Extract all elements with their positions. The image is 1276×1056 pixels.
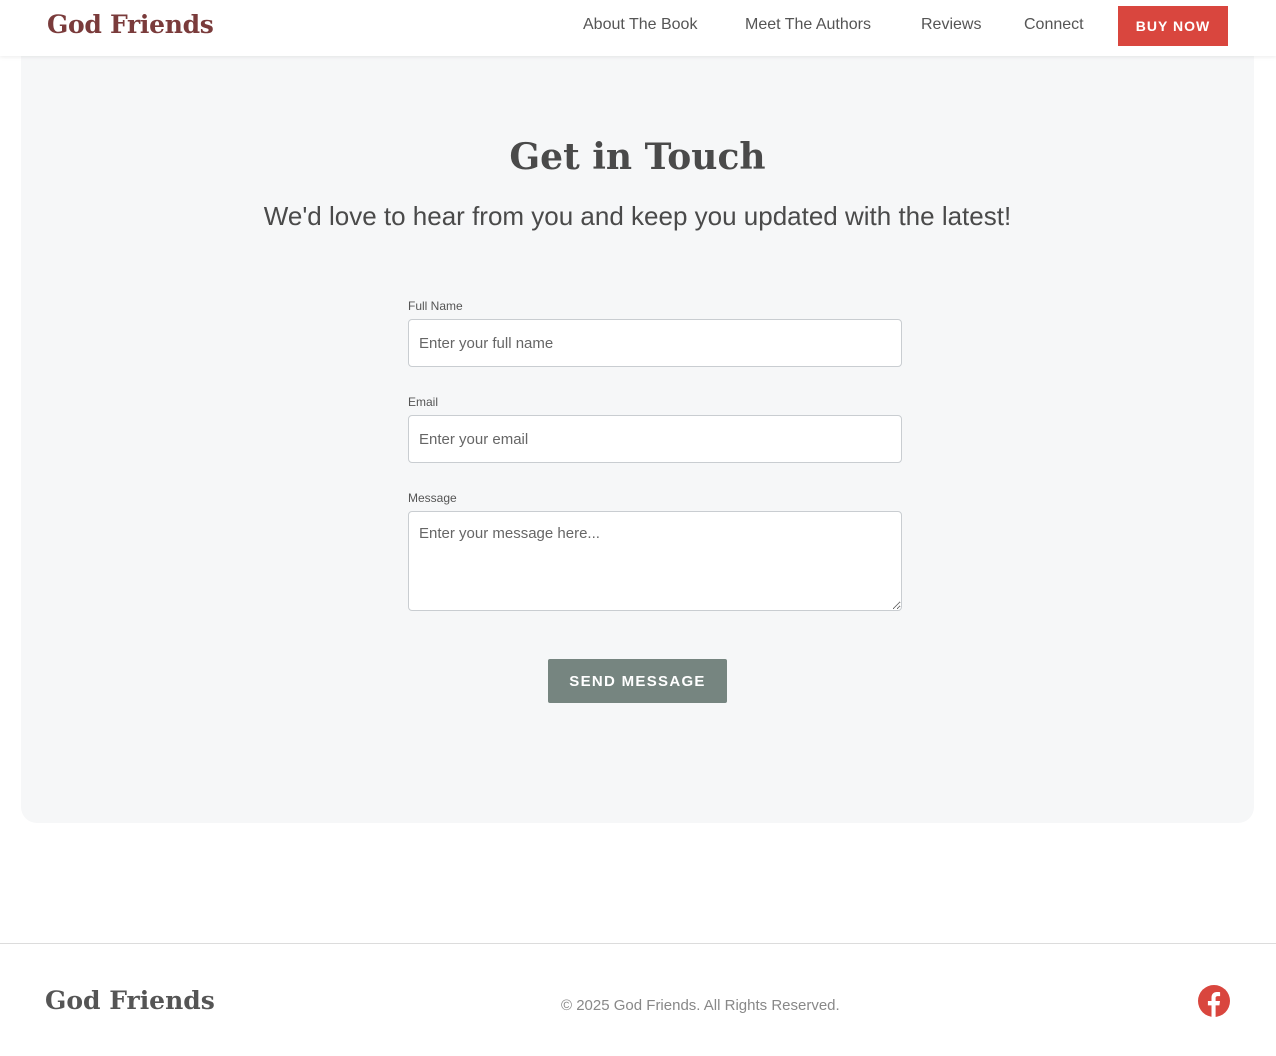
buy-now-button[interactable]: BUY NOW [1118,6,1228,46]
nav-about-the-book[interactable]: About The Book [583,16,697,34]
message-label: Message [408,491,457,505]
nav-reviews[interactable]: Reviews [921,16,981,34]
send-message-button[interactable]: SEND MESSAGE [548,659,727,703]
full-name-label: Full Name [408,299,463,313]
email-label: Email [408,395,439,409]
site-footer: God Friends © 2025 God Friends. All Righ… [0,943,1276,1056]
contact-section: Get in Touch We'd love to hear from you … [21,56,1254,823]
facebook-icon[interactable] [1198,985,1230,1017]
copyright-text: © 2025 God Friends. All Rights Reserved. [561,997,840,1014]
message-textarea[interactable] [408,511,902,611]
full-name-input[interactable] [408,319,902,367]
email-input[interactable] [408,415,902,463]
contact-title: Get in Touch [509,136,766,178]
nav-connect[interactable]: Connect [1024,16,1084,34]
site-logo[interactable]: God Friends [47,10,214,39]
footer-logo[interactable]: God Friends [45,986,215,1015]
nav-meet-the-authors[interactable]: Meet The Authors [745,16,871,34]
contact-subtitle: We'd love to hear from you and keep you … [263,201,1012,231]
site-header: God Friends About The Book Meet The Auth… [0,0,1276,56]
